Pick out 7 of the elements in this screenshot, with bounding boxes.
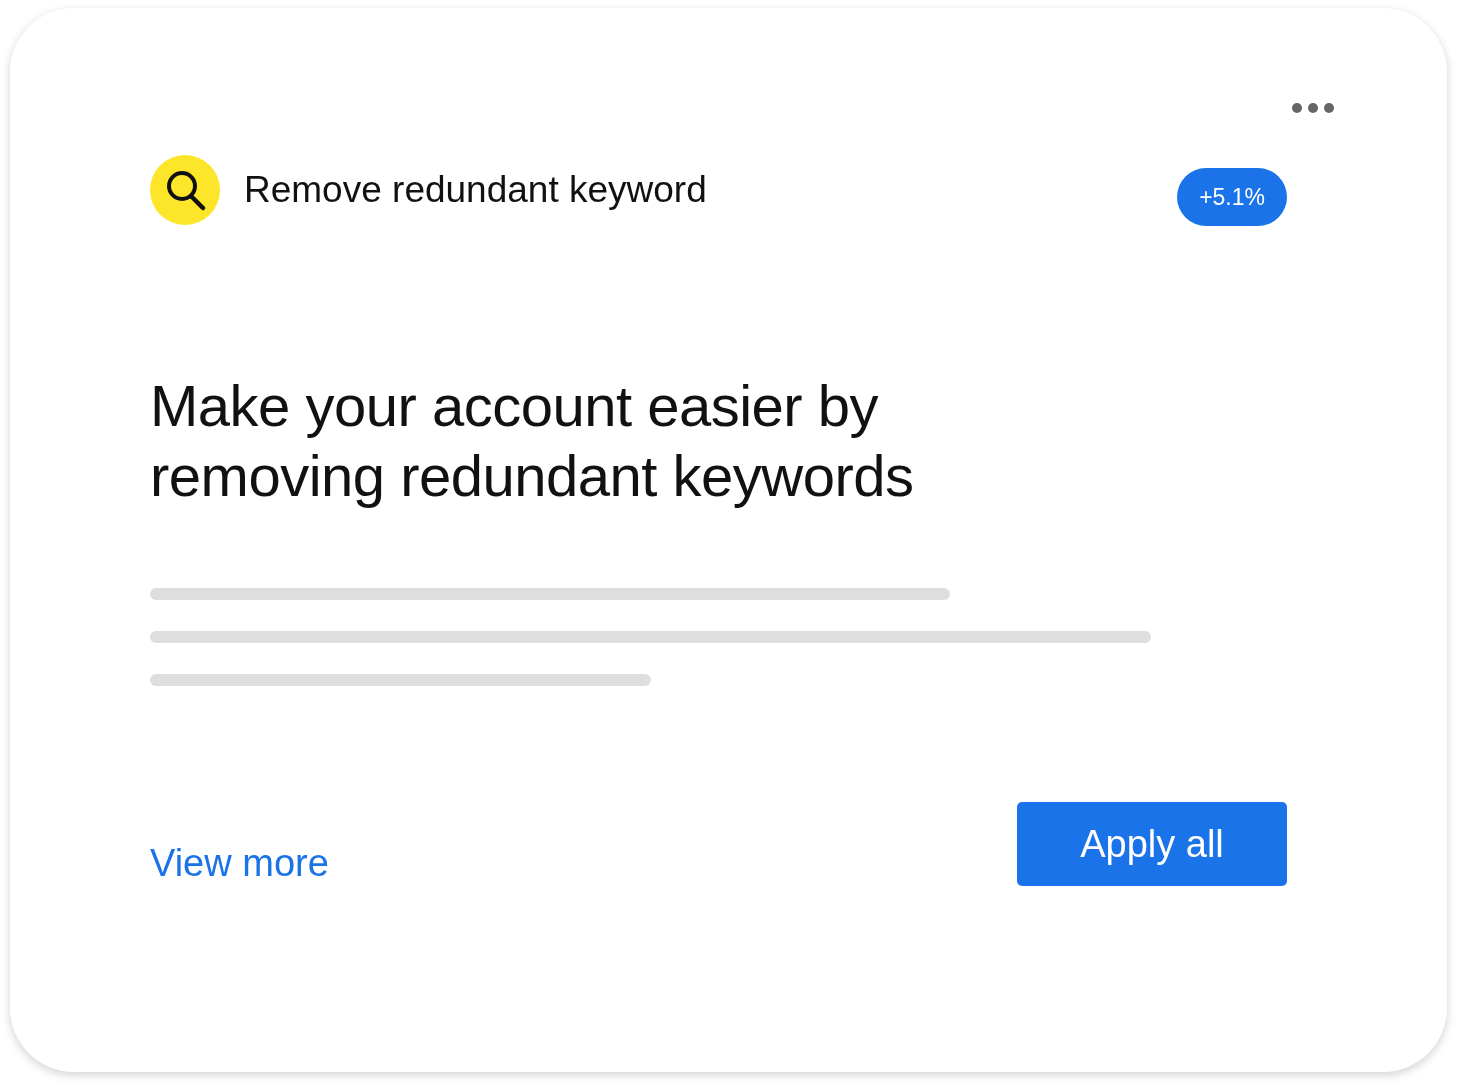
view-more-link[interactable]: View more [150,842,329,885]
search-icon [150,155,220,225]
headline: Make your account easier by removing redundant keywords [150,372,915,510]
percent-badge: +5.1% [1177,168,1287,226]
more-icon[interactable] [1291,102,1335,114]
card-title: Remove redundant keyword [244,169,708,211]
apply-all-button[interactable]: Apply all [1017,802,1287,886]
